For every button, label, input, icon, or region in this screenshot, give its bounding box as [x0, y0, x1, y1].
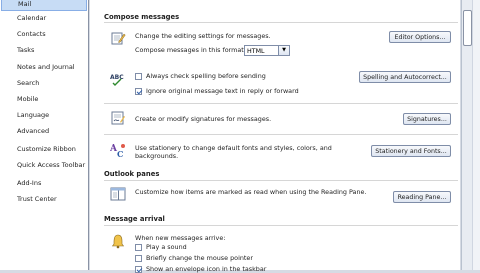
envelope-icon-label: Show an envelope icon in the taskbar	[146, 265, 267, 273]
message-arrival-header: Message arrival	[104, 215, 165, 223]
sidebar-item-notes-journal[interactable]: Notes and Journal	[1, 60, 87, 75]
compose-messages-header: Compose messages	[104, 13, 180, 21]
play-sound-checkbox[interactable]	[135, 244, 142, 251]
sidebar-item-tasks[interactable]: Tasks	[1, 43, 87, 58]
sidebar-item-add-ins[interactable]: Add-Ins	[1, 176, 87, 191]
sidebar-item-mail[interactable]: Mail	[1, 0, 87, 11]
ignore-original-label: Ignore original message text in reply or…	[146, 87, 299, 95]
outlook-options-window: Mail Calendar Contacts Tasks Notes and J…	[0, 0, 480, 273]
editor-options-button[interactable]: Editor Options...	[389, 31, 451, 43]
signatures-text: Create or modify signatures for messages…	[135, 115, 272, 123]
content-scrollbar[interactable]	[461, 0, 472, 270]
sidebar-item-language[interactable]: Language	[1, 108, 87, 123]
compose-format-value: HTML	[247, 48, 265, 55]
stationery-text-line1: Use stationery to change default fonts a…	[135, 144, 332, 152]
options-sidebar: Mail Calendar Contacts Tasks Notes and J…	[0, 0, 89, 270]
play-sound-label: Play a sound	[146, 243, 187, 251]
stationery-fonts-button[interactable]: Stationery and Fonts...	[371, 145, 451, 157]
stationery-text-line2: backgrounds.	[135, 152, 179, 160]
sidebar-item-customize-ribbon[interactable]: Customize Ribbon	[1, 142, 87, 157]
change-pointer-label: Briefly change the mouse pointer	[146, 254, 253, 262]
sidebar-item-calendar[interactable]: Calendar	[1, 11, 87, 26]
edit-settings-text: Change the editing settings for messages…	[135, 32, 271, 40]
section-divider	[104, 103, 458, 104]
section-divider	[104, 180, 458, 181]
reading-pane-icon	[110, 186, 126, 202]
spell-check-label: Always check spelling before sending	[146, 72, 266, 80]
scrollbar-thumb[interactable]	[463, 10, 472, 46]
signatures-button[interactable]: Signatures...	[403, 113, 451, 125]
reading-pane-button[interactable]: Reading Pane...	[393, 191, 451, 203]
svg-text:C: C	[117, 149, 123, 158]
when-new-messages-label: When new messages arrive:	[135, 234, 226, 242]
sidebar-item-mobile[interactable]: Mobile	[1, 92, 87, 107]
reading-pane-text: Customize how items are marked as read w…	[135, 188, 367, 196]
signature-icon	[110, 110, 126, 126]
chevron-down-icon[interactable]: ▼	[278, 46, 289, 55]
change-pointer-checkbox[interactable]	[135, 255, 142, 262]
compose-format-select[interactable]: HTML ▼	[244, 45, 290, 56]
sidebar-item-advanced[interactable]: Advanced	[1, 124, 87, 139]
sidebar-item-search[interactable]: Search	[1, 76, 87, 91]
section-divider	[104, 22, 458, 23]
edit-settings-icon	[110, 30, 126, 46]
window-right-edge	[472, 0, 480, 270]
compose-format-label: Compose messages in this format:	[135, 46, 246, 54]
sidebar-item-trust-center[interactable]: Trust Center	[1, 192, 87, 207]
sidebar-item-contacts[interactable]: Contacts	[1, 27, 87, 42]
ignore-original-checkbox[interactable]	[135, 88, 142, 95]
spelling-icon: ABC	[110, 71, 126, 87]
sidebar-item-quick-access-toolbar[interactable]: Quick Access Toolbar	[1, 158, 87, 173]
bell-icon	[110, 233, 126, 249]
svg-text:ABC: ABC	[110, 74, 124, 81]
spelling-autocorrect-button[interactable]: Spelling and Autocorrect...	[359, 71, 451, 83]
section-divider	[104, 225, 458, 226]
stationery-icon: AC	[109, 142, 126, 159]
section-divider	[104, 134, 458, 135]
outlook-panes-header: Outlook panes	[104, 170, 160, 178]
spell-check-checkbox[interactable]	[135, 73, 142, 80]
